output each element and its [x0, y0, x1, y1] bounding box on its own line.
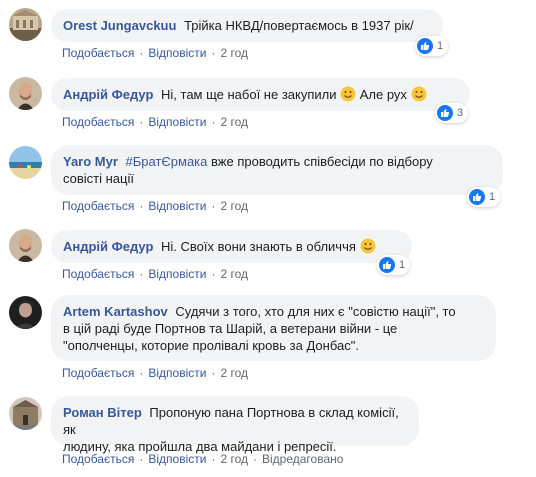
- comment-bubble: Artem Kartashov Судячи з того, хто для н…: [51, 295, 496, 361]
- comment-bubble: Андрій Федур Ні. Своїх вони знають в обл…: [51, 230, 412, 263]
- comment-bubble: Yaro Myr #БратЄрмака вже проводить співб…: [51, 145, 503, 195]
- comment-text: Судячи з того, хто для них є "совістю на…: [175, 304, 456, 319]
- comment-time[interactable]: 2 год: [220, 452, 248, 466]
- comment-text: "ополченцы, которие пролівалі кровь за Д…: [63, 338, 359, 353]
- like-link[interactable]: Подобається: [62, 366, 134, 380]
- reaction-count[interactable]: 3: [435, 103, 469, 123]
- edited-label[interactable]: Відредаговано: [262, 452, 343, 466]
- reaction-number: 1: [437, 40, 444, 52]
- reply-link[interactable]: Відповісти: [148, 267, 206, 281]
- reaction-number: 1: [489, 191, 496, 203]
- like-icon: [469, 189, 485, 205]
- comment-text: Але рух: [359, 87, 407, 102]
- like-link[interactable]: Подобається: [62, 115, 134, 129]
- comment-time[interactable]: 2 год: [220, 199, 248, 213]
- comment-author[interactable]: Artem Kartashov: [63, 304, 168, 319]
- comment-text: вже проводить співбесіди по відбору: [211, 154, 433, 169]
- reaction-count[interactable]: 1: [467, 187, 501, 207]
- comment-time[interactable]: 2 год: [220, 46, 248, 60]
- hashtag-link[interactable]: #БратЄрмака: [126, 154, 208, 169]
- smile-emoji-icon: [411, 86, 427, 102]
- reply-link[interactable]: Відповісти: [148, 115, 206, 129]
- reaction-count[interactable]: 1: [377, 255, 411, 275]
- comment-actions: Подобається · Відповісти · 2 год · Відредагова…: [62, 452, 344, 466]
- avatar[interactable]: [9, 296, 42, 329]
- reply-link[interactable]: Відповісти: [148, 199, 206, 213]
- comment-author[interactable]: Андрій Федур: [63, 239, 153, 254]
- comment-author[interactable]: Yaro Myr: [63, 154, 118, 169]
- avatar[interactable]: [9, 397, 42, 430]
- comment-text: совісті нації: [63, 171, 134, 186]
- avatar[interactable]: [9, 8, 42, 41]
- like-icon: [379, 257, 395, 273]
- comment-bubble: Orest Jungavckuu Трійка НКВД/повертаємос…: [51, 9, 443, 42]
- reply-link[interactable]: Відповісти: [148, 46, 206, 60]
- comment-actions: Подобається · Відповісти · 2 год: [62, 115, 248, 129]
- avatar[interactable]: [9, 229, 42, 262]
- like-link[interactable]: Подобається: [62, 452, 134, 466]
- avatar[interactable]: [9, 77, 42, 110]
- comment-actions: Подобається · Відповісти · 2 год: [62, 267, 248, 281]
- comment-actions: Подобається · Відповісти · 2 год: [62, 366, 248, 380]
- reply-link[interactable]: Відповісти: [148, 452, 206, 466]
- reaction-count[interactable]: 1: [415, 36, 449, 56]
- comment-bubble: Роман Вітер Пропоную пана Портнова в скл…: [51, 396, 419, 454]
- like-link[interactable]: Подобається: [62, 267, 134, 281]
- smile-emoji-icon: [360, 238, 376, 254]
- like-icon: [417, 38, 433, 54]
- reaction-number: 1: [399, 259, 406, 271]
- comment-author[interactable]: Андрій Федур: [63, 87, 153, 102]
- like-link[interactable]: Подобається: [62, 46, 134, 60]
- comment-time[interactable]: 2 год: [220, 366, 248, 380]
- like-icon: [437, 105, 453, 121]
- comment-text: Трійка НКВД/повертаємось в 1937 рік/: [184, 18, 414, 33]
- comment-text: Ні. Своїх вони знають в обличчя: [161, 239, 356, 254]
- reply-link[interactable]: Відповісти: [148, 366, 206, 380]
- comment-actions: Подобається · Відповісти · 2 год: [62, 199, 248, 213]
- comment-author[interactable]: Orest Jungavckuu: [63, 18, 176, 33]
- comment-actions: Подобається · Відповісти · 2 год: [62, 46, 248, 60]
- comment-time[interactable]: 2 год: [220, 267, 248, 281]
- comment-author[interactable]: Роман Вітер: [63, 405, 142, 420]
- comment-time[interactable]: 2 год: [220, 115, 248, 129]
- like-link[interactable]: Подобається: [62, 199, 134, 213]
- comment-bubble: Андрій Федур Ні, там ще набої не закупил…: [51, 78, 470, 111]
- reaction-number: 3: [457, 107, 464, 119]
- smile-emoji-icon: [340, 86, 356, 102]
- avatar[interactable]: [9, 146, 42, 179]
- comment-text: Ні, там ще набої не закупили: [161, 87, 337, 102]
- comment-text: в цій раді буде Портнов та Шарій, а вете…: [63, 321, 398, 336]
